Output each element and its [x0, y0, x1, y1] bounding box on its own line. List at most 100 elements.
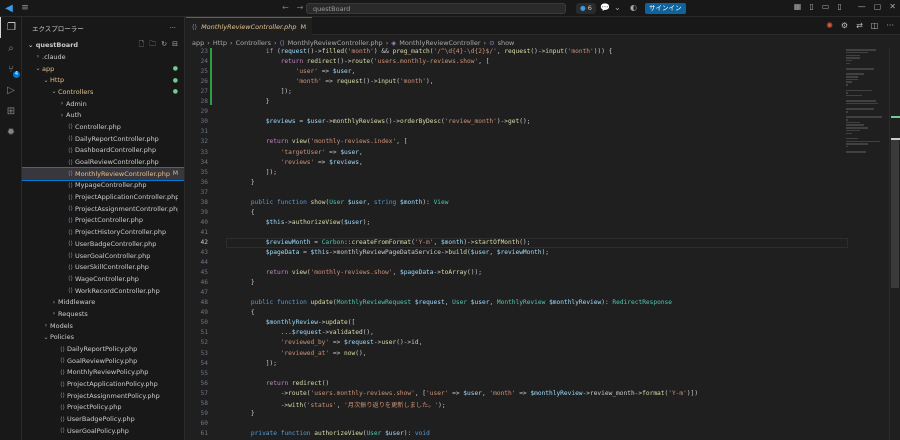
minimize-icon[interactable]: — [858, 2, 866, 11]
line-number: 39 [200, 208, 208, 216]
refresh-icon[interactable]: ↻ [161, 40, 167, 51]
layout-icon[interactable]: ▦ [794, 2, 802, 11]
file-item[interactable]: ⟨⟩ WageController.php [22, 273, 184, 285]
file-item[interactable]: ⟨⟩ DashboardController.php [22, 145, 184, 157]
chat-icon[interactable]: 💬 [600, 3, 610, 12]
collapse-all-icon[interactable]: ⊟ [172, 40, 178, 51]
file-item[interactable]: ⟨⟩ GoalReviewPolicy.php [22, 355, 184, 367]
minimap[interactable] [846, 48, 886, 153]
folder-item[interactable]: › .claude [22, 51, 184, 63]
file-item[interactable]: ⟨⟩ Controller.php [22, 121, 184, 133]
more-actions-icon[interactable]: ··· [170, 24, 176, 32]
folder-item[interactable]: › Models [22, 320, 184, 332]
file-item[interactable]: ⟨⟩ UserGoalPolicy.php [22, 425, 184, 437]
tree-item-label: Controllers [58, 87, 94, 96]
split-editor-icon[interactable]: ◫ [871, 21, 879, 30]
tree-item-label: MypageController.php [75, 181, 147, 190]
breadcrumb-app[interactable]: app [192, 39, 204, 47]
file-item[interactable]: ⟨⟩ UserBadgeController.php [22, 238, 184, 250]
notification-badge[interactable]: ● 6 [576, 3, 596, 14]
file-item[interactable]: ⟨⟩ ProjectHistoryController.php [22, 226, 184, 238]
file-item[interactable]: ⟨⟩ MonthlyReviewController.php M [22, 166, 184, 181]
file-item[interactable]: ⟨⟩ ProjectController.php [22, 215, 184, 227]
command-center-search[interactable]: questBoard [306, 3, 566, 14]
file-item[interactable]: ⟨⟩ ProjectApplicationPolicy.php [22, 378, 184, 390]
maximize-icon[interactable]: ▢ [874, 2, 882, 11]
signin-button[interactable]: サインイン [645, 3, 686, 14]
php-file-icon: ⟨⟩ [68, 263, 73, 271]
file-item[interactable]: ⟨⟩ ProjectApplicationController.php [22, 191, 184, 203]
folder-item[interactable]: › Middleware [22, 296, 184, 308]
search-icon[interactable]: ⌕ [0, 38, 22, 59]
code-line: public function update(MonthlyReviewRequ… [250, 299, 673, 307]
menu-icon[interactable]: ≡ [18, 3, 32, 13]
file-item[interactable]: ⟨⟩ UserGoalController.php [22, 250, 184, 262]
minimap-line [846, 102, 878, 105]
settings-gear-icon[interactable]: ⚙ [841, 21, 848, 30]
code-line: $reviewMonth = Carbon::createFromFormat(… [265, 238, 531, 246]
breadcrumb-http[interactable]: Http [213, 39, 227, 47]
chevron-down-icon[interactable]: ⌄ [614, 3, 621, 12]
panel-toggle-icon[interactable]: ▭ [822, 2, 830, 11]
more-icon[interactable]: ··· [886, 21, 894, 30]
folder-item[interactable]: ⌄ Http ● [22, 74, 184, 86]
folder-item[interactable]: › Auth [22, 109, 184, 121]
minimap-line [846, 89, 872, 91]
chevron-right-icon: › [52, 310, 56, 318]
folder-item[interactable]: ⌄ Policies [22, 332, 184, 344]
breadcrumb-controllers[interactable]: Controllers [236, 39, 271, 47]
line-number: 55 [200, 369, 208, 377]
breadcrumb-method[interactable]: show [498, 39, 515, 47]
new-file-icon[interactable]: 🗋 [139, 40, 145, 51]
chevron-right-icon: › [273, 38, 277, 47]
source-control-icon[interactable]: ⑂ 4 [0, 59, 22, 80]
folder-item[interactable]: ⌄ app ● [22, 63, 184, 75]
file-item[interactable]: ⟨⟩ UserBadgePolicy.php [22, 413, 184, 425]
class-icon: ◈ [391, 38, 397, 47]
chevron-right-icon: › [207, 38, 210, 47]
close-icon[interactable]: ✕ [889, 2, 896, 11]
badge-count: 6 [587, 4, 592, 12]
title-bar: ◀ ≡ ← → questBoard ● 6 💬 ⌄ ◐ サインイン ▦ ▯ ▭… [0, 0, 900, 17]
tree-item-label: UserGoalController.php [75, 251, 151, 260]
file-item[interactable]: ⟨⟩ WorkRecordController.php [22, 285, 184, 297]
file-item[interactable]: ⟨⟩ MypageController.php [22, 180, 184, 192]
folder-item[interactable]: › Admin [22, 98, 184, 110]
new-folder-icon[interactable]: 🗀 [149, 40, 156, 51]
folder-item[interactable]: ⌄ Controllers ● [22, 86, 184, 98]
file-item[interactable]: ⟨⟩ ProjectPolicy.php [22, 402, 184, 414]
copilot-icon[interactable]: ✺ [826, 21, 833, 30]
line-number: 43 [200, 249, 208, 256]
ai-icon[interactable]: ✹ [0, 122, 22, 143]
code-line: return view('monthly-reviews.index', [ [265, 138, 408, 146]
explorer-header: エクスプローラー ··· [22, 17, 184, 39]
vscode-logo-icon: ◀ [5, 2, 13, 14]
folder-item[interactable]: › Requests [22, 308, 184, 320]
secondary-sidebar-icon[interactable]: ▯ [837, 2, 841, 11]
breadcrumb-file[interactable]: MonthlyReviewController.php [288, 39, 383, 47]
breadcrumb-class[interactable]: MonthlyReviewController [399, 39, 480, 47]
back-arrow-icon[interactable]: ← [282, 3, 289, 12]
file-item[interactable]: ⟨⟩ GoalReviewController.php [22, 156, 184, 168]
scroll-marker-added [891, 116, 900, 118]
compare-icon[interactable]: ⇄ [856, 21, 863, 30]
file-item[interactable]: ⟨⟩ DailyReportPolicy.php [22, 343, 184, 355]
file-item[interactable]: ⟨⟩ ProjectAssignmentController.php [22, 203, 184, 215]
explorer-icon[interactable]: ❐ [0, 17, 22, 38]
run-debug-icon[interactable]: ▷ [0, 80, 22, 101]
extensions-icon[interactable]: ⊞ [0, 101, 22, 122]
minimap-line [846, 54, 860, 57]
sidebar-toggle-icon[interactable]: ▯ [809, 2, 813, 11]
forward-arrow-icon[interactable]: → [297, 3, 304, 12]
scrollbar-thumb[interactable] [891, 138, 899, 288]
workspace-root[interactable]: ⌄ questBoard 🗋 🗀 ↻ ⊟ [22, 39, 184, 51]
file-item[interactable]: ⟨⟩ ProjectAssignmentPolicy.php [22, 390, 184, 402]
tab-monthly-review-controller[interactable]: ⟨⟩ MonthlyReviewController.php M [186, 17, 313, 35]
vertical-scrollbar[interactable] [889, 48, 900, 440]
account-icon[interactable]: ◐ [630, 3, 637, 12]
file-item[interactable]: ⟨⟩ MonthlyReviewPolicy.php [22, 367, 184, 379]
code-editor[interactable]: 23 if (request()->filled('month') && pre… [186, 48, 886, 440]
file-item[interactable]: ⟨⟩ UserSkillController.php [22, 261, 184, 273]
code-line: ->with('status', '月次振り返りを更新しました。'); [236, 401, 446, 409]
file-item[interactable]: ⟨⟩ DailyReportController.php [22, 133, 184, 145]
